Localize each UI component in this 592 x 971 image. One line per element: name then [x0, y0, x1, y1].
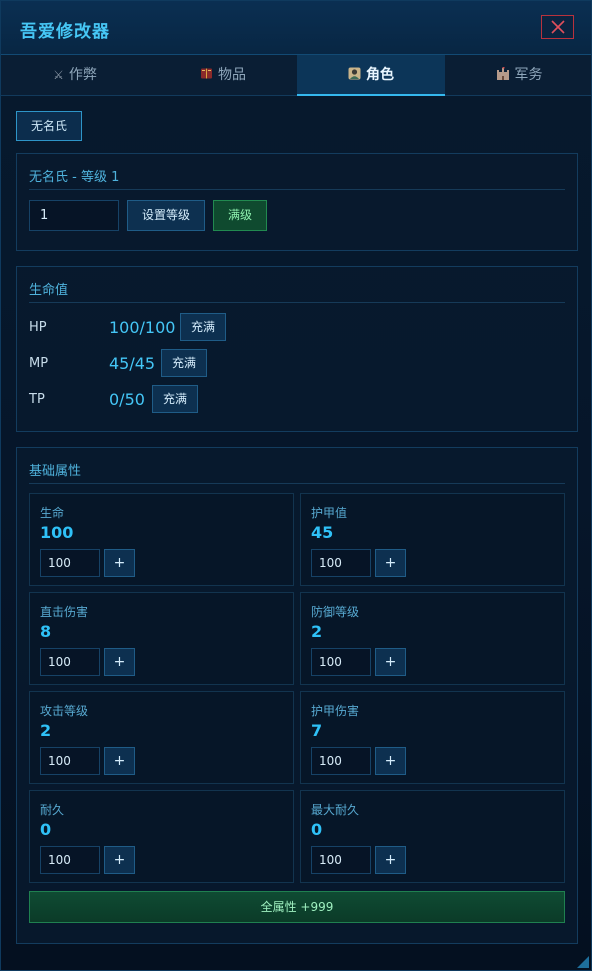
attr-name: 生命 — [40, 506, 65, 520]
mp-label: MP — [29, 356, 49, 371]
tp-fill-button[interactable]: 充满 — [152, 385, 198, 413]
tp-label: TP — [29, 392, 45, 407]
attr-card-max-durability: 最大耐久 0 100 + — [300, 790, 565, 883]
tab-label: 物品 — [218, 67, 246, 83]
attr-input[interactable]: 100 — [40, 648, 100, 676]
attributes-panel-header: 基础属性 — [29, 460, 565, 484]
attr-value: 7 — [311, 721, 323, 740]
attr-plus-button[interactable]: + — [104, 846, 135, 874]
attr-name: 直击伤害 — [40, 605, 89, 619]
tab-label: 角色 — [366, 67, 394, 83]
attr-name: 防御等级 — [311, 605, 360, 619]
mp-fill-button[interactable]: 充满 — [161, 349, 207, 377]
close-icon — [551, 20, 565, 34]
attr-input[interactable]: 100 — [311, 747, 371, 775]
hp-fill-button[interactable]: 充满 — [180, 313, 226, 341]
resize-grip-icon[interactable] — [577, 956, 589, 968]
attr-value: 2 — [311, 622, 323, 641]
attr-plus-button[interactable]: + — [104, 648, 135, 676]
attr-card-life: 生命 100 100 + — [29, 493, 294, 586]
attr-card-defense-level: 防御等级 2 100 + — [300, 592, 565, 685]
character-portrait-icon — [348, 55, 361, 95]
level-panel: 无名氏 - 等级 1 1 设置等级 满级 — [16, 153, 578, 251]
attr-name: 护甲伤害 — [311, 704, 360, 718]
attr-plus-button[interactable]: + — [375, 846, 406, 874]
attr-input[interactable]: 100 — [311, 846, 371, 874]
tab-label: 军务 — [514, 67, 543, 83]
modifier-window: 吾爱修改器 ⚔ 作弊 物品 角色 军务 无名氏 无名氏 - 等级 1 1 设置等… — [0, 0, 592, 971]
attr-value: 45 — [311, 523, 334, 542]
tab-cheat[interactable]: ⚔ 作弊 — [1, 55, 149, 96]
close-button[interactable] — [541, 15, 574, 39]
castle-icon — [496, 55, 510, 95]
attr-input[interactable]: 100 — [40, 747, 100, 775]
attr-card-durability: 耐久 0 100 + — [29, 790, 294, 883]
tab-military[interactable]: 军务 — [445, 55, 592, 96]
attr-plus-button[interactable]: + — [104, 549, 135, 577]
attr-card-armor: 护甲值 45 100 + — [300, 493, 565, 586]
max-level-button[interactable]: 满级 — [213, 200, 267, 231]
tp-value: 0/50 — [109, 390, 145, 409]
attr-value: 0 — [311, 820, 323, 839]
window-title: 吾爱修改器 — [20, 22, 110, 42]
all-attributes-button[interactable]: 全属性 +999 — [29, 891, 565, 923]
mp-value: 45/45 — [109, 354, 156, 373]
level-panel-header: 无名氏 - 等级 1 — [29, 166, 565, 190]
attr-card-attack-level: 攻击等级 2 100 + — [29, 691, 294, 784]
attr-name: 攻击等级 — [40, 704, 89, 718]
level-input[interactable]: 1 — [29, 200, 119, 231]
attributes-panel: 基础属性 生命 100 100 + 护甲值 45 100 + 直击伤害 8 10… — [16, 447, 578, 944]
attr-input[interactable]: 100 — [311, 549, 371, 577]
title-bar[interactable]: 吾爱修改器 — [1, 1, 591, 55]
attr-plus-button[interactable]: + — [104, 747, 135, 775]
attr-value: 0 — [40, 820, 52, 839]
attr-input[interactable]: 100 — [311, 648, 371, 676]
crossed-swords-icon: ⚔ — [53, 68, 64, 82]
attr-plus-button[interactable]: + — [375, 648, 406, 676]
attr-plus-button[interactable]: + — [375, 549, 406, 577]
attr-value: 100 — [40, 523, 74, 542]
tab-items[interactable]: 物品 — [149, 55, 297, 96]
attr-name: 护甲值 — [311, 506, 348, 520]
set-level-button[interactable]: 设置等级 — [127, 200, 205, 231]
attr-value: 8 — [40, 622, 52, 641]
tab-label: 作弊 — [68, 67, 97, 83]
vitals-panel: 生命值 HP 100/100 充满 MP 45/45 充满 TP 0/50 充满 — [16, 266, 578, 432]
tab-character[interactable]: 角色 — [297, 55, 445, 96]
attr-name: 耐久 — [40, 803, 65, 817]
attr-input[interactable]: 100 — [40, 549, 100, 577]
spellbook-icon — [200, 55, 213, 95]
hp-value: 100/100 — [109, 318, 176, 337]
tab-bar: ⚔ 作弊 物品 角色 军务 — [1, 55, 591, 96]
vitals-panel-header: 生命值 — [29, 279, 565, 303]
attr-plus-button[interactable]: + — [375, 747, 406, 775]
character-select-chip[interactable]: 无名氏 — [16, 111, 82, 141]
attr-value: 2 — [40, 721, 52, 740]
attr-name: 最大耐久 — [311, 803, 360, 817]
attr-card-direct-damage: 直击伤害 8 100 + — [29, 592, 294, 685]
hp-label: HP — [29, 320, 47, 335]
attr-input[interactable]: 100 — [40, 846, 100, 874]
attr-card-armor-damage: 护甲伤害 7 100 + — [300, 691, 565, 784]
